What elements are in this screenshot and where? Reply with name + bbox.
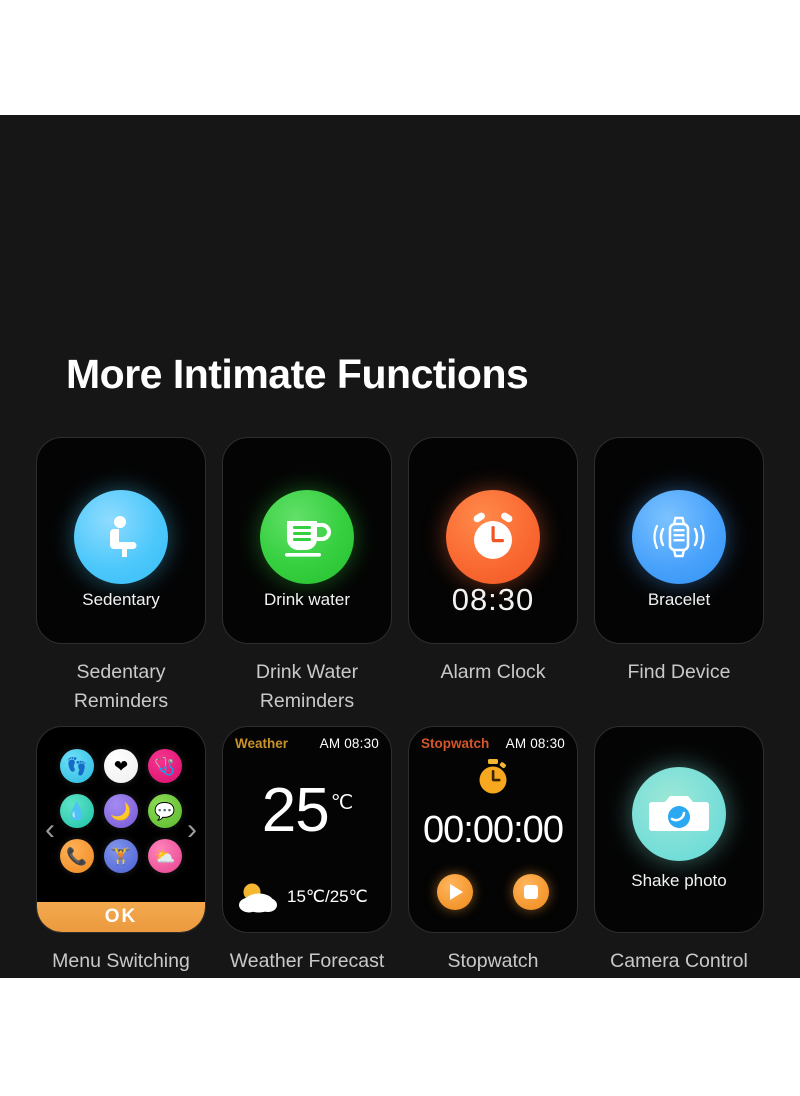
- stopwatch-time: AM 08:30: [505, 736, 565, 751]
- screen-label: Bracelet: [647, 590, 711, 609]
- sedentary-person-icon: [74, 490, 168, 584]
- feature-caption: Drink Water Reminders: [255, 661, 359, 712]
- feature-caption: Weather Forecast: [229, 950, 385, 972]
- blood-oxygen-icon[interactable]: 💧: [60, 794, 94, 828]
- weather-temperature: 25 ℃: [223, 775, 391, 846]
- ok-button[interactable]: OK: [37, 902, 205, 932]
- feature-card-find-device[interactable]: Bracelet Find Device: [594, 437, 764, 716]
- watch-screen-camera: Shake photo: [594, 726, 764, 933]
- feature-caption: Alarm Clock: [440, 661, 546, 683]
- stopwatch-header: Stopwatch AM 08:30: [421, 736, 565, 751]
- watch-screen-stopwatch: Stopwatch AM 08:30 00:00:00: [408, 726, 578, 933]
- steps-icon[interactable]: 👣: [60, 749, 94, 783]
- stopwatch-elapsed: 00:00:00: [423, 809, 564, 851]
- phone-icon[interactable]: 📞: [60, 839, 94, 873]
- stopwatch-icon: [409, 759, 577, 795]
- screen-label: Drink water: [264, 590, 350, 609]
- weather-range: 15℃/25℃: [287, 887, 368, 906]
- chevron-right-icon[interactable]: ›: [187, 814, 197, 845]
- watch-screen-drink-water: Drink water: [222, 437, 392, 644]
- screen-label: Shake photo: [631, 871, 727, 890]
- exercise-icon[interactable]: 🏋: [104, 839, 138, 873]
- feature-caption: Sedentary Reminders: [73, 661, 169, 712]
- feature-card-camera[interactable]: Shake photo Camera Control: [594, 726, 764, 976]
- weather-time: AM 08:30: [319, 736, 379, 751]
- feature-card-drink-water[interactable]: Drink water Drink Water Reminders: [222, 437, 392, 716]
- alarm-clock-icon: [446, 490, 540, 584]
- weather-title: Weather: [235, 736, 289, 751]
- page-title: More Intimate Functions: [66, 351, 529, 397]
- watch-screen-sedentary: Sedentary: [36, 437, 206, 644]
- page-root: More Intimate Functions Sedentary Sedent…: [0, 0, 800, 1096]
- watch-screen-bracelet: Bracelet: [594, 437, 764, 644]
- camera-icon: [632, 767, 726, 861]
- feature-grid: Sedentary Sedentary Reminders Drink wate…: [36, 437, 764, 976]
- temperature-unit: ℃: [330, 792, 353, 815]
- chevron-left-icon[interactable]: ‹: [45, 814, 55, 845]
- blood-pressure-icon[interactable]: 🩺: [148, 749, 182, 783]
- watch-screen-menu: ‹ › 👣 ❤ 🩺 💧 🌙 💬 📞 🏋 ⛅ OK: [36, 726, 206, 933]
- watch-screen-weather: Weather AM 08:30 25 ℃ 15℃/25℃: [222, 726, 392, 933]
- cup-icon: [260, 490, 354, 584]
- sun-behind-cloud-icon: [237, 880, 281, 914]
- screen-label: Sedentary: [82, 590, 160, 609]
- feature-card-stopwatch[interactable]: Stopwatch AM 08:30 00:00:00 Stopwatch: [408, 726, 578, 976]
- weather-footer: 15℃/25℃: [237, 880, 381, 914]
- weather-app-icon[interactable]: ⛅: [148, 839, 182, 873]
- dark-content-panel: More Intimate Functions Sedentary Sedent…: [0, 115, 800, 978]
- temperature-value: 25: [261, 776, 330, 845]
- feature-card-weather[interactable]: Weather AM 08:30 25 ℃ 15℃/25℃ Weather Fo…: [222, 726, 392, 976]
- feature-caption: Menu Switching: [52, 950, 190, 972]
- screen-label: 08:30: [451, 582, 535, 617]
- vibrating-watch-icon: [632, 490, 726, 584]
- stopwatch-controls: [409, 874, 577, 910]
- feature-caption: Camera Control: [610, 950, 748, 972]
- message-icon[interactable]: 💬: [148, 794, 182, 828]
- feature-card-sedentary[interactable]: Sedentary Sedentary Reminders: [36, 437, 206, 716]
- sleep-moon-icon[interactable]: 🌙: [104, 794, 138, 828]
- weather-header: Weather AM 08:30: [235, 736, 379, 751]
- feature-card-menu-switching[interactable]: ‹ › 👣 ❤ 🩺 💧 🌙 💬 📞 🏋 ⛅ OK Menu Switching: [36, 726, 206, 976]
- heart-rate-icon[interactable]: ❤: [104, 749, 138, 783]
- watch-screen-alarm: 08:30: [408, 437, 578, 644]
- feature-card-alarm-clock[interactable]: 08:30 Alarm Clock: [408, 437, 578, 716]
- play-icon[interactable]: [437, 874, 473, 910]
- stopwatch-title: Stopwatch: [421, 736, 490, 751]
- stop-icon[interactable]: [513, 874, 549, 910]
- feature-caption: Stopwatch: [447, 950, 539, 972]
- app-grid: 👣 ❤ 🩺 💧 🌙 💬 📞 🏋 ⛅: [60, 749, 182, 873]
- feature-caption: Find Device: [627, 661, 731, 683]
